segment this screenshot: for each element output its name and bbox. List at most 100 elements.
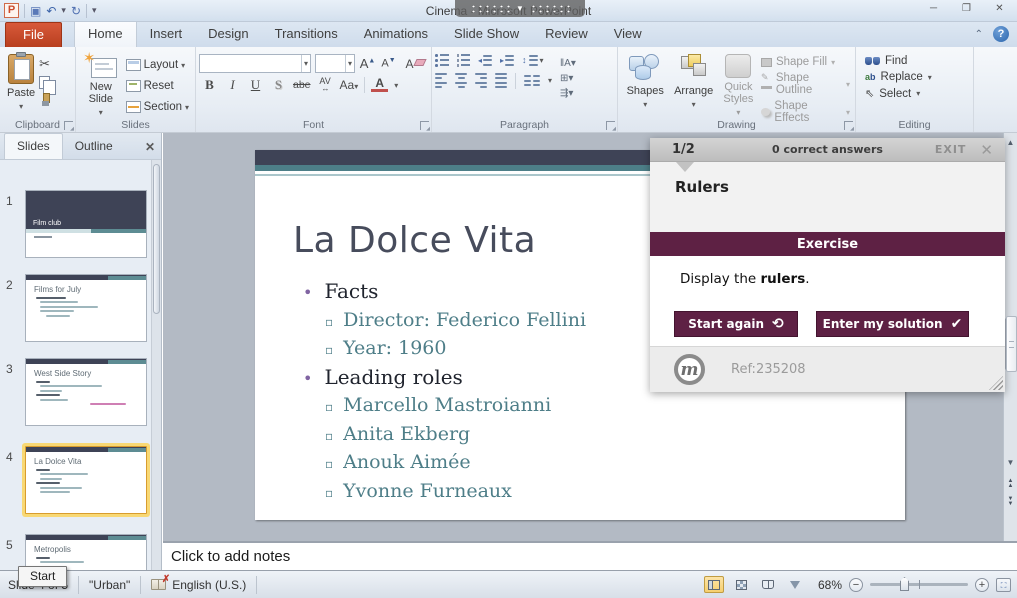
resize-handle-icon[interactable]: [989, 376, 1003, 390]
tab-animations[interactable]: Animations: [351, 21, 441, 47]
strikethrough-button[interactable]: abe: [293, 79, 311, 91]
bullet-item: ▫Marcello Mastroianni: [303, 392, 586, 421]
columns-button[interactable]: [524, 75, 540, 86]
tab-design[interactable]: Design: [195, 21, 261, 47]
view-reading-button[interactable]: [758, 576, 778, 593]
align-center-button[interactable]: [455, 73, 467, 89]
text-shadow-button[interactable]: S: [270, 77, 287, 93]
view-normal-button[interactable]: [704, 576, 724, 593]
increase-indent-button[interactable]: ▸: [500, 55, 514, 66]
restore-button[interactable]: ❐: [953, 2, 980, 17]
numbering-button[interactable]: [457, 54, 471, 67]
select-button[interactable]: ⇖ Select▾: [865, 87, 932, 100]
paragraph-dialog-launcher[interactable]: [606, 121, 615, 130]
start-again-button[interactable]: Start again ⟲: [674, 311, 798, 337]
tab-outline[interactable]: Outline: [63, 134, 125, 159]
convert-smartart-button[interactable]: ⇶▾: [560, 88, 576, 99]
scroll-up-icon[interactable]: ▲: [1004, 135, 1017, 150]
reset-button[interactable]: Reset: [123, 76, 192, 96]
help-icon[interactable]: ?: [993, 26, 1009, 42]
panel-scrollbar[interactable]: [151, 160, 161, 570]
slide-thumbnail-2[interactable]: Films for July: [25, 274, 147, 342]
font-color-button[interactable]: A: [371, 78, 388, 92]
zoom-in-button[interactable]: +: [975, 578, 989, 592]
view-slide-sorter-button[interactable]: [731, 576, 751, 593]
tab-slide-show[interactable]: Slide Show: [441, 21, 532, 47]
language-cell[interactable]: English (U.S.): [141, 576, 257, 594]
clear-formatting-button[interactable]: A: [401, 57, 418, 71]
tab-slides[interactable]: Slides: [4, 133, 63, 159]
slide-body-text[interactable]: •Facts ▫Director: Federico Fellini ▫Year…: [303, 278, 586, 506]
bold-button[interactable]: B: [201, 77, 218, 93]
overlay-scroll-thumb[interactable]: [1006, 316, 1017, 372]
scroll-down-icon[interactable]: ▼: [1004, 455, 1017, 470]
italic-button[interactable]: I: [224, 77, 241, 93]
minimize-button[interactable]: ─: [920, 2, 947, 17]
replace-button[interactable]: ab Replace▾: [865, 71, 932, 83]
instruction-text: Display the rulers.: [680, 271, 810, 287]
shapes-button[interactable]: Shapes ▾: [621, 50, 669, 117]
theme-name[interactable]: "Urban": [79, 576, 141, 594]
new-slide-button[interactable]: ✶ New Slide ▾: [79, 50, 123, 117]
align-text-button[interactable]: ⊞▾: [560, 73, 576, 84]
next-slide-button[interactable]: ▼▼: [1004, 493, 1017, 510]
tab-transitions[interactable]: Transitions: [262, 21, 351, 47]
font-family-select[interactable]: ▾: [199, 54, 311, 73]
change-case-button[interactable]: Aa▾: [340, 78, 359, 92]
close-pane-icon[interactable]: ✕: [145, 140, 155, 159]
overlay-drag-handle[interactable]: ▼: [455, 0, 585, 17]
cut-button[interactable]: ✂: [39, 56, 51, 72]
copy-button[interactable]: [39, 76, 50, 89]
close-button[interactable]: ✕: [986, 2, 1013, 17]
notes-pane[interactable]: Click to add notes: [163, 541, 1017, 570]
file-tab[interactable]: File: [5, 22, 62, 47]
grow-font-button[interactable]: A▲: [359, 56, 376, 71]
tab-view[interactable]: View: [601, 21, 655, 47]
slide-thumbnail-4[interactable]: La Dolce Vita: [25, 446, 147, 514]
decrease-indent-button[interactable]: ◂: [478, 55, 492, 66]
close-exercise-icon[interactable]: ✕: [980, 141, 1005, 159]
fit-to-window-button[interactable]: ⛶: [996, 578, 1011, 592]
shrink-font-button[interactable]: A▼: [380, 57, 397, 70]
section-button[interactable]: Section▾: [123, 97, 192, 117]
slide-title[interactable]: La Dolce Vita: [293, 220, 536, 261]
spell-check-icon[interactable]: [151, 579, 166, 590]
previous-slide-button[interactable]: ▲▲: [1004, 475, 1017, 492]
enter-solution-button[interactable]: Enter my solution ✔: [816, 311, 969, 337]
drawing-dialog-launcher[interactable]: [844, 121, 853, 130]
paste-button[interactable]: Paste ▾: [3, 50, 39, 117]
character-spacing-button[interactable]: AV↔: [317, 77, 334, 93]
view-slideshow-button[interactable]: [785, 576, 805, 593]
clipboard-dialog-launcher[interactable]: [64, 121, 73, 130]
arrange-button[interactable]: Arrange ▾: [669, 50, 717, 117]
text-direction-button[interactable]: ‖A▾: [560, 58, 576, 69]
slide-thumbnail-3[interactable]: West Side Story: [25, 358, 147, 426]
shape-fill-button[interactable]: Shape Fill▾: [761, 56, 850, 68]
zoom-level[interactable]: 68%: [812, 578, 842, 592]
font-dialog-launcher[interactable]: [420, 121, 429, 130]
tab-review[interactable]: Review: [532, 21, 601, 47]
align-right-button[interactable]: [475, 73, 487, 89]
tab-home[interactable]: Home: [74, 20, 137, 47]
justify-button[interactable]: [495, 73, 507, 89]
underline-button[interactable]: U: [247, 77, 264, 93]
notes-placeholder[interactable]: Click to add notes: [163, 543, 1017, 565]
layout-button[interactable]: Layout▾: [123, 55, 192, 75]
find-button[interactable]: Find: [865, 55, 932, 67]
shape-outline-button[interactable]: Shape Outline▾: [761, 72, 850, 96]
format-painter-button[interactable]: [39, 93, 51, 107]
exit-button[interactable]: EXIT: [935, 143, 981, 156]
minimize-ribbon-icon[interactable]: ⌃: [975, 29, 983, 40]
bullet-item: ▫Year: 1960: [303, 335, 586, 364]
tab-insert[interactable]: Insert: [137, 21, 196, 47]
zoom-out-button[interactable]: −: [849, 578, 863, 592]
align-left-button[interactable]: [435, 73, 447, 89]
chevron-down-icon[interactable]: ▾: [394, 81, 398, 90]
slide-thumbnail-1[interactable]: Film club: [25, 190, 147, 258]
font-size-select[interactable]: ▾: [315, 54, 355, 73]
quick-styles-button[interactable]: Quick Styles ▾: [718, 50, 759, 117]
zoom-slider[interactable]: [870, 583, 968, 586]
zoom-slider-handle[interactable]: [900, 577, 909, 591]
line-spacing-button[interactable]: ↕▾: [522, 55, 544, 66]
bullets-button[interactable]: [435, 54, 449, 67]
